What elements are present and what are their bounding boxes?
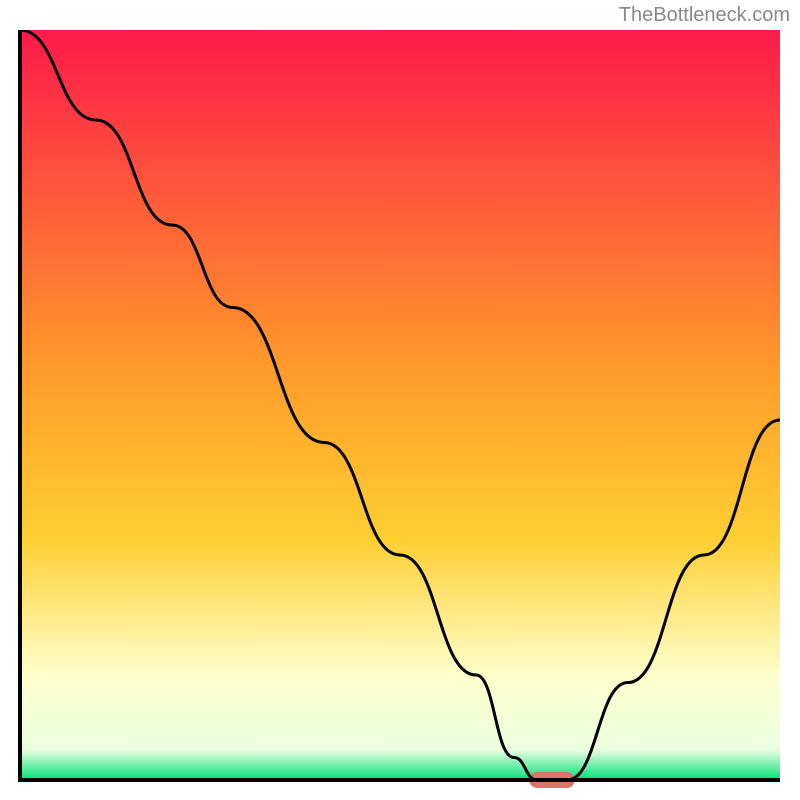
chart-svg	[0, 0, 800, 800]
plot-background	[20, 30, 780, 780]
watermark-text: TheBottleneck.com	[619, 4, 790, 27]
chart-container: TheBottleneck.com	[0, 0, 800, 800]
